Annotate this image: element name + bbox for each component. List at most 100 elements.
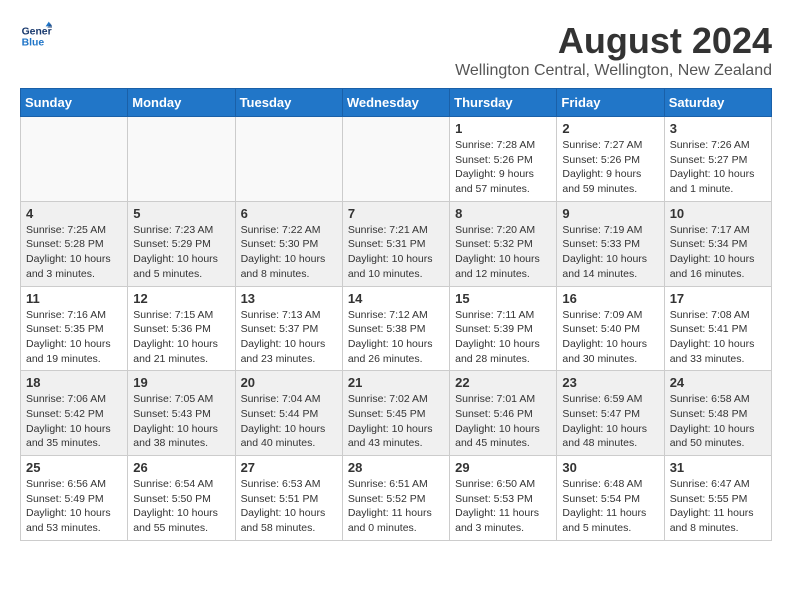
calendar-day-cell: 30 Sunrise: 6:48 AM Sunset: 5:54 PM Dayli…	[557, 456, 664, 541]
day-number: 12	[133, 291, 229, 306]
calendar-header-thursday: Thursday	[450, 89, 557, 117]
day-info: Sunrise: 6:51 AM Sunset: 5:52 PM Dayligh…	[348, 477, 444, 536]
day-info: Sunrise: 6:48 AM Sunset: 5:54 PM Dayligh…	[562, 477, 658, 536]
day-info: Sunrise: 7:02 AM Sunset: 5:45 PM Dayligh…	[348, 392, 444, 451]
day-number: 5	[133, 206, 229, 221]
day-number: 17	[670, 291, 766, 306]
calendar-day-cell: 20Sunrise: 7:04 AM Sunset: 5:44 PM Dayli…	[235, 371, 342, 456]
day-info: Sunrise: 6:56 AM Sunset: 5:49 PM Dayligh…	[26, 477, 122, 536]
calendar-day-cell: 19 Sunrise: 7:05 AM Sunset: 5:43 PM Dayli…	[128, 371, 235, 456]
day-number: 7	[348, 206, 444, 221]
calendar-day-cell: 14 Sunrise: 7:12 AM Sunset: 5:38 PM Dayli…	[342, 286, 449, 371]
calendar-week-row-3: 11Sunrise: 7:16 AM Sunset: 5:35 PM Dayli…	[21, 286, 772, 371]
main-title: August 2024	[455, 20, 772, 62]
calendar-day-cell: 3 Sunrise: 7:26 AM Sunset: 5:27 PM Daylig…	[664, 117, 771, 202]
day-number: 3	[670, 121, 766, 136]
day-info: Sunrise: 6:58 AM Sunset: 5:48 PM Dayligh…	[670, 392, 766, 451]
calendar-day-cell	[342, 117, 449, 202]
day-info: Sunrise: 7:04 AM Sunset: 5:44 PM Dayligh…	[241, 392, 337, 451]
day-number: 21	[348, 375, 444, 390]
calendar-week-row-4: 18Sunrise: 7:06 AM Sunset: 5:42 PM Dayli…	[21, 371, 772, 456]
day-info: Sunrise: 7:25 AM Sunset: 5:28 PM Dayligh…	[26, 223, 122, 282]
calendar-header-sunday: Sunday	[21, 89, 128, 117]
day-number: 9	[562, 206, 658, 221]
calendar-day-cell: 6 Sunrise: 7:22 AM Sunset: 5:30 PM Daylig…	[235, 201, 342, 286]
calendar-header-monday: Monday	[128, 89, 235, 117]
calendar-day-cell: 1Sunrise: 7:28 AM Sunset: 5:26 PM Daylig…	[450, 117, 557, 202]
day-number: 4	[26, 206, 122, 221]
day-info: Sunrise: 7:20 AM Sunset: 5:32 PM Dayligh…	[455, 223, 551, 282]
logo-icon: General Blue	[20, 20, 52, 52]
calendar-day-cell: 21 Sunrise: 7:02 AM Sunset: 5:45 PM Dayli…	[342, 371, 449, 456]
day-info: Sunrise: 6:54 AM Sunset: 5:50 PM Dayligh…	[133, 477, 229, 536]
calendar-day-cell: 8 Sunrise: 7:20 AM Sunset: 5:32 PM Daylig…	[450, 201, 557, 286]
calendar-day-cell: 2 Sunrise: 7:27 AM Sunset: 5:26 PM Daylig…	[557, 117, 664, 202]
day-number: 19	[133, 375, 229, 390]
calendar-day-cell: 4 Sunrise: 7:25 AM Sunset: 5:28 PM Daylig…	[21, 201, 128, 286]
day-number: 26	[133, 460, 229, 475]
calendar-table: SundayMondayTuesdayWednesdayThursdayFrid…	[20, 88, 772, 541]
calendar-week-row-5: 25 Sunrise: 6:56 AM Sunset: 5:49 PM Dayli…	[21, 456, 772, 541]
day-info: Sunrise: 7:15 AM Sunset: 5:36 PM Dayligh…	[133, 308, 229, 367]
day-info: Sunrise: 6:50 AM Sunset: 5:53 PM Dayligh…	[455, 477, 551, 536]
day-info: Sunrise: 7:12 AM Sunset: 5:38 PM Dayligh…	[348, 308, 444, 367]
day-number: 8	[455, 206, 551, 221]
calendar-day-cell: 16 Sunrise: 7:09 AM Sunset: 5:40 PM Dayli…	[557, 286, 664, 371]
day-number: 31	[670, 460, 766, 475]
calendar-day-cell	[235, 117, 342, 202]
calendar-day-cell: 22Sunrise: 7:01 AM Sunset: 5:46 PM Dayli…	[450, 371, 557, 456]
calendar-day-cell: 5 Sunrise: 7:23 AM Sunset: 5:29 PM Daylig…	[128, 201, 235, 286]
calendar-day-cell: 26 Sunrise: 6:54 AM Sunset: 5:50 PM Dayli…	[128, 456, 235, 541]
day-number: 13	[241, 291, 337, 306]
day-info: Sunrise: 6:53 AM Sunset: 5:51 PM Dayligh…	[241, 477, 337, 536]
day-info: Sunrise: 7:19 AM Sunset: 5:33 PM Dayligh…	[562, 223, 658, 282]
calendar-day-cell: 7 Sunrise: 7:21 AM Sunset: 5:31 PM Daylig…	[342, 201, 449, 286]
day-info: Sunrise: 7:22 AM Sunset: 5:30 PM Dayligh…	[241, 223, 337, 282]
day-number: 25	[26, 460, 122, 475]
day-info: Sunrise: 7:28 AM Sunset: 5:26 PM Dayligh…	[455, 138, 551, 197]
svg-text:General: General	[22, 26, 52, 37]
day-info: Sunrise: 7:27 AM Sunset: 5:26 PM Dayligh…	[562, 138, 658, 197]
calendar-day-cell: 12 Sunrise: 7:15 AM Sunset: 5:36 PM Dayli…	[128, 286, 235, 371]
calendar-day-cell: 9 Sunrise: 7:19 AM Sunset: 5:33 PM Daylig…	[557, 201, 664, 286]
calendar-day-cell: 29 Sunrise: 6:50 AM Sunset: 5:53 PM Dayli…	[450, 456, 557, 541]
day-number: 2	[562, 121, 658, 136]
day-info: Sunrise: 7:23 AM Sunset: 5:29 PM Dayligh…	[133, 223, 229, 282]
day-info: Sunrise: 7:17 AM Sunset: 5:34 PM Dayligh…	[670, 223, 766, 282]
logo: General Blue	[20, 20, 52, 52]
day-info: Sunrise: 7:08 AM Sunset: 5:41 PM Dayligh…	[670, 308, 766, 367]
day-number: 18	[26, 375, 122, 390]
day-number: 6	[241, 206, 337, 221]
calendar-day-cell: 13 Sunrise: 7:13 AM Sunset: 5:37 PM Dayli…	[235, 286, 342, 371]
day-info: Sunrise: 7:21 AM Sunset: 5:31 PM Dayligh…	[348, 223, 444, 282]
calendar-header-wednesday: Wednesday	[342, 89, 449, 117]
day-info: Sunrise: 7:13 AM Sunset: 5:37 PM Dayligh…	[241, 308, 337, 367]
day-info: Sunrise: 7:26 AM Sunset: 5:27 PM Dayligh…	[670, 138, 766, 197]
day-info: Sunrise: 7:05 AM Sunset: 5:43 PM Dayligh…	[133, 392, 229, 451]
day-number: 22	[455, 375, 551, 390]
header: General Blue August 2024 Wellington Cent…	[20, 20, 772, 80]
calendar-day-cell	[21, 117, 128, 202]
day-info: Sunrise: 7:11 AM Sunset: 5:39 PM Dayligh…	[455, 308, 551, 367]
day-number: 30	[562, 460, 658, 475]
day-info: Sunrise: 6:47 AM Sunset: 5:55 PM Dayligh…	[670, 477, 766, 536]
day-number: 16	[562, 291, 658, 306]
calendar-day-cell: 24Sunrise: 6:58 AM Sunset: 5:48 PM Dayli…	[664, 371, 771, 456]
calendar-header-friday: Friday	[557, 89, 664, 117]
calendar-day-cell: 28 Sunrise: 6:51 AM Sunset: 5:52 PM Dayli…	[342, 456, 449, 541]
day-number: 23	[562, 375, 658, 390]
day-number: 14	[348, 291, 444, 306]
calendar-day-cell: 17 Sunrise: 7:08 AM Sunset: 5:41 PM Dayli…	[664, 286, 771, 371]
calendar-day-cell: 10Sunrise: 7:17 AM Sunset: 5:34 PM Dayli…	[664, 201, 771, 286]
title-section: August 2024 Wellington Central, Wellingt…	[455, 20, 772, 80]
calendar-day-cell: 23 Sunrise: 6:59 AM Sunset: 5:47 PM Dayli…	[557, 371, 664, 456]
calendar-header-tuesday: Tuesday	[235, 89, 342, 117]
day-info: Sunrise: 7:09 AM Sunset: 5:40 PM Dayligh…	[562, 308, 658, 367]
calendar-day-cell: 18Sunrise: 7:06 AM Sunset: 5:42 PM Dayli…	[21, 371, 128, 456]
calendar-header-saturday: Saturday	[664, 89, 771, 117]
calendar-day-cell: 25 Sunrise: 6:56 AM Sunset: 5:49 PM Dayli…	[21, 456, 128, 541]
day-number: 29	[455, 460, 551, 475]
day-info: Sunrise: 6:59 AM Sunset: 5:47 PM Dayligh…	[562, 392, 658, 451]
calendar-week-row-1: 1Sunrise: 7:28 AM Sunset: 5:26 PM Daylig…	[21, 117, 772, 202]
day-number: 28	[348, 460, 444, 475]
